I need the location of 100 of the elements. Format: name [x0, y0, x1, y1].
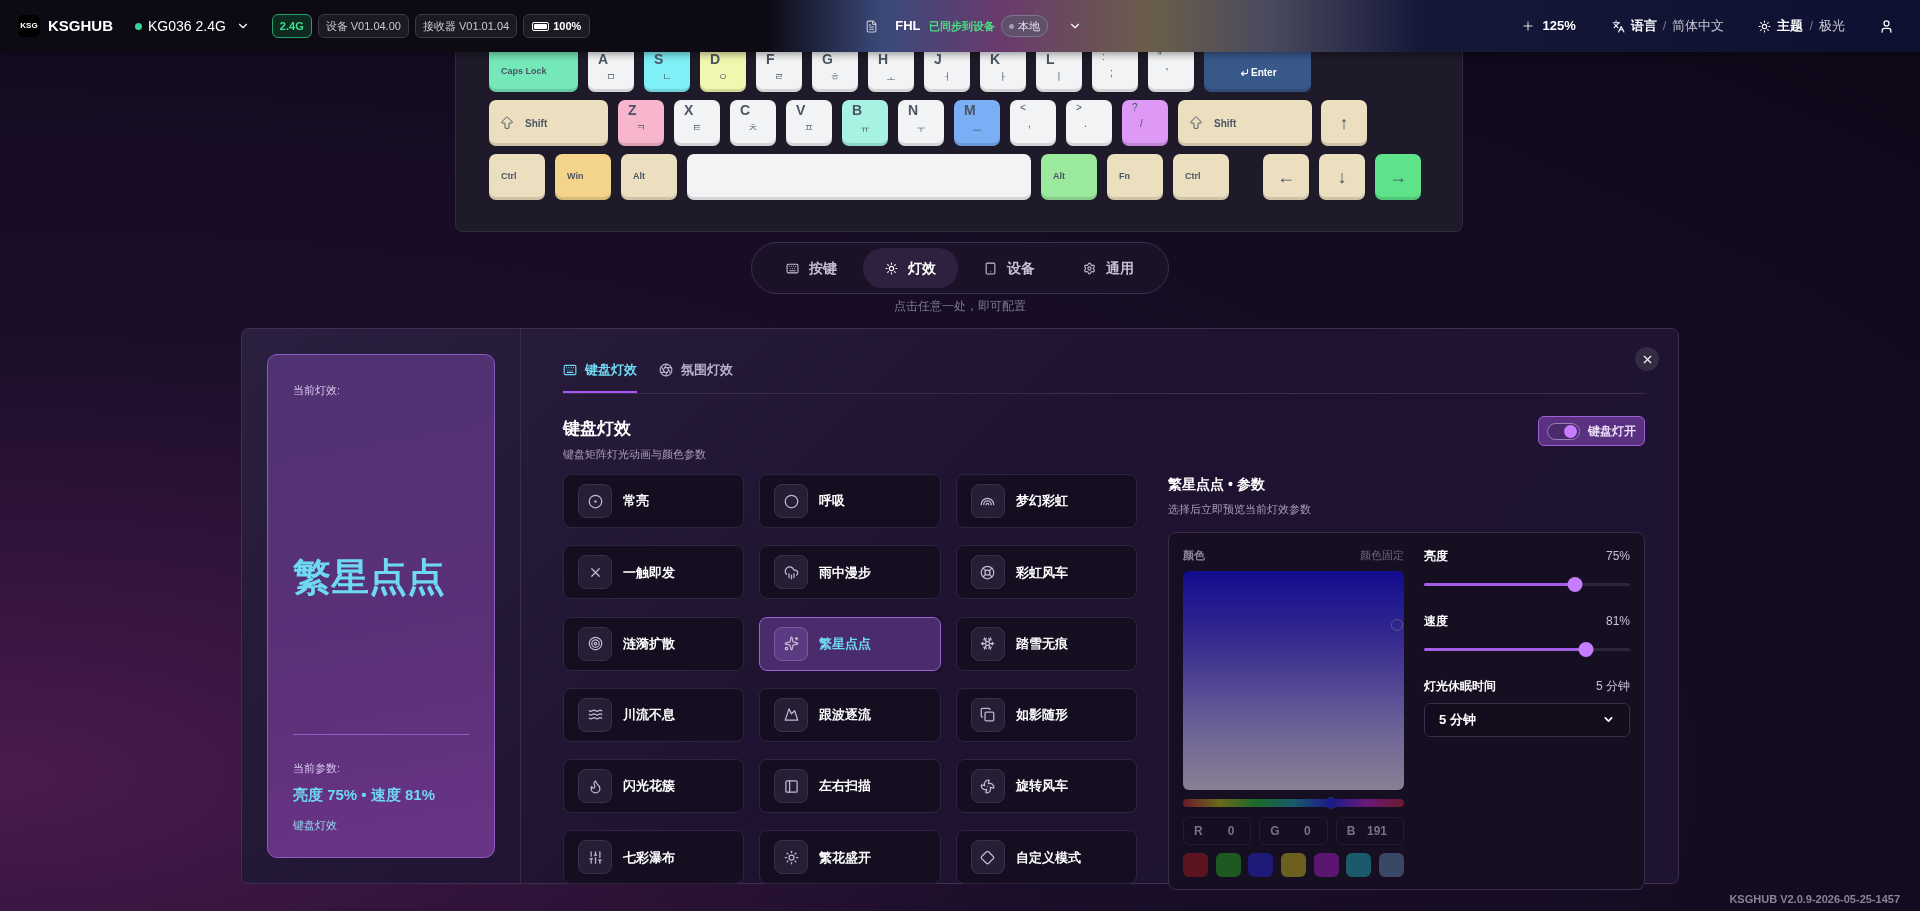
effect-option[interactable]: 彩虹风车	[955, 545, 1137, 600]
keyboard-key[interactable]: " '	[1148, 52, 1194, 92]
enter-arrow-icon	[1240, 67, 1249, 77]
shift-arrow-icon	[1188, 115, 1204, 131]
keyboard-light-toggle[interactable]: 键盘灯开	[1538, 416, 1645, 446]
keyboard-key[interactable]: L ㅣ	[1036, 52, 1082, 92]
keyboard-key[interactable]: V ㅍ	[786, 100, 832, 146]
effect-option[interactable]: 常亮	[563, 474, 745, 528]
keyboard-key[interactable]: Caps Lock	[489, 52, 578, 92]
keyboard-key[interactable]: Enter	[1204, 52, 1311, 92]
effect-option[interactable]: 自定义模式	[955, 830, 1137, 885]
keyboard-key[interactable]: B ㅠ	[842, 100, 888, 146]
color-swatch[interactable]	[1183, 853, 1208, 877]
color-field[interactable]	[1183, 571, 1404, 790]
keyboard-key[interactable]: X ㅌ	[674, 100, 720, 146]
keyboard-key[interactable]: ↓	[1319, 154, 1365, 200]
rgb-input[interactable]: B 191	[1335, 817, 1404, 845]
section-tab[interactable]: 按键	[764, 248, 859, 288]
effect-option[interactable]: 繁星点点	[759, 616, 941, 671]
device-selector[interactable]: KG036 2.4G	[135, 15, 250, 37]
effect-option[interactable]: 梦幻彩虹	[955, 474, 1137, 528]
keyboard-key[interactable]: C ㅊ	[730, 100, 776, 146]
slider-thumb[interactable]	[1567, 576, 1583, 592]
effect-option[interactable]: 左右扫描	[759, 759, 941, 813]
theme-button[interactable]: 主题 / 极光	[1758, 16, 1845, 36]
document-icon[interactable]	[865, 19, 879, 33]
color-swatch[interactable]	[1215, 853, 1241, 877]
current-category: 键盘灯效	[293, 817, 338, 833]
hue-slider[interactable]	[1183, 799, 1404, 807]
language-button[interactable]: 语言 / 简体中文	[1611, 16, 1725, 36]
effect-option[interactable]: 跟波逐流	[759, 687, 941, 742]
slider-thumb[interactable]	[1578, 641, 1594, 657]
effect-option[interactable]: 旋转风车	[955, 759, 1137, 813]
version-badge: 接收器 V01.01.04	[414, 13, 518, 39]
keyboard-key[interactable]: A ㅁ	[588, 52, 634, 92]
sparkles-icon	[783, 636, 799, 651]
keyboard-key[interactable]: S ㄴ	[644, 52, 690, 92]
keyboard-key[interactable]: Win	[555, 154, 611, 200]
slider-track[interactable]	[1424, 576, 1630, 592]
plus-icon	[1520, 19, 1535, 33]
user-icon[interactable]	[1879, 18, 1894, 34]
keyboard-key[interactable]: D ㅇ	[700, 52, 746, 92]
current-params: 亮度 75% • 速度 81%	[293, 785, 436, 805]
color-swatch[interactable]	[1378, 853, 1404, 877]
lighting-tab[interactable]: 键盘灯效	[563, 349, 637, 393]
keyboard-key[interactable]: Ctrl	[1173, 154, 1229, 200]
keyboard-key[interactable]: : ;	[1092, 52, 1138, 92]
effect-option[interactable]: 川流不息	[563, 687, 745, 742]
keyboard-key[interactable]: < ,	[1010, 100, 1056, 146]
profile-name: FHL	[895, 17, 921, 36]
rgb-input[interactable]: R 0	[1183, 817, 1252, 845]
color-swatch[interactable]	[1346, 853, 1372, 877]
effect-option[interactable]: 涟漪扩散	[563, 616, 745, 671]
hue-thumb[interactable]	[1325, 797, 1338, 809]
keyboard-key[interactable]: > .	[1066, 100, 1112, 146]
keyboard-key[interactable]: →	[1375, 154, 1421, 200]
keyboard-key[interactable]: ↑	[1321, 100, 1367, 146]
mode-badge: 2.4G	[271, 13, 312, 39]
section-tab[interactable]: 设备	[962, 248, 1057, 288]
slider-reading: 81%	[1605, 612, 1630, 630]
keyboard-key[interactable]: Z ㅋ	[618, 100, 664, 146]
keyboard-key[interactable]: N ㅜ	[898, 100, 944, 146]
section-tab[interactable]: 通用	[1061, 248, 1156, 288]
keyboard-key[interactable]: M ㅡ	[954, 100, 1000, 146]
translate-icon	[1611, 19, 1625, 33]
zoom-button[interactable]: 125%	[1520, 16, 1576, 36]
color-swatch[interactable]	[1248, 853, 1274, 877]
sleep-time-select[interactable]: 5 分钟	[1424, 702, 1630, 737]
keyboard-key[interactable]: Ctrl	[489, 154, 545, 200]
effect-option[interactable]: 踏雪无痕	[955, 616, 1137, 671]
keyboard-key[interactable]: H ㅗ	[868, 52, 914, 92]
lighting-tab[interactable]: 氛围灯效	[659, 349, 733, 393]
keyboard-key[interactable]: G ㅎ	[812, 52, 858, 92]
keyboard-key[interactable]: Alt	[621, 154, 677, 200]
keyboard-key[interactable]: F ㄹ	[756, 52, 802, 92]
color-swatch[interactable]	[1280, 853, 1306, 877]
effect-option[interactable]: 呼吸	[759, 474, 941, 528]
rgb-input[interactable]: G 0	[1259, 817, 1328, 845]
effect-option[interactable]: 如影随形	[955, 687, 1137, 742]
flame-icon	[587, 778, 603, 794]
current-effect-name: 繁星点点	[293, 554, 446, 600]
keyboard-key[interactable]: Shift	[1178, 100, 1312, 146]
color-swatch[interactable]	[1313, 853, 1339, 877]
keyboard-key[interactable]: ? /	[1122, 100, 1168, 146]
close-button[interactable]	[1635, 347, 1659, 371]
effect-option[interactable]: 雨中漫步	[759, 545, 941, 600]
keyboard-key[interactable]: Shift	[489, 100, 608, 146]
wave-peak-icon	[783, 707, 799, 723]
keyboard-key[interactable]: Fn	[1107, 154, 1163, 200]
effect-option[interactable]: 七彩瀑布	[563, 830, 745, 885]
keyboard-key[interactable]: ←	[1263, 154, 1309, 200]
effect-option[interactable]: 一触即发	[563, 545, 745, 600]
section-tab[interactable]: 灯效	[863, 248, 958, 288]
slider-track[interactable]	[1424, 641, 1630, 657]
effect-option[interactable]: 闪光花簇	[563, 759, 745, 813]
keyboard-key[interactable]: Alt	[1041, 154, 1097, 200]
sun-icon	[1758, 19, 1772, 33]
keyboard-key[interactable]: J ㅓ	[924, 52, 970, 92]
effect-option[interactable]: 繁花盛开	[759, 830, 941, 885]
keyboard-key[interactable]: K ㅏ	[980, 52, 1026, 92]
